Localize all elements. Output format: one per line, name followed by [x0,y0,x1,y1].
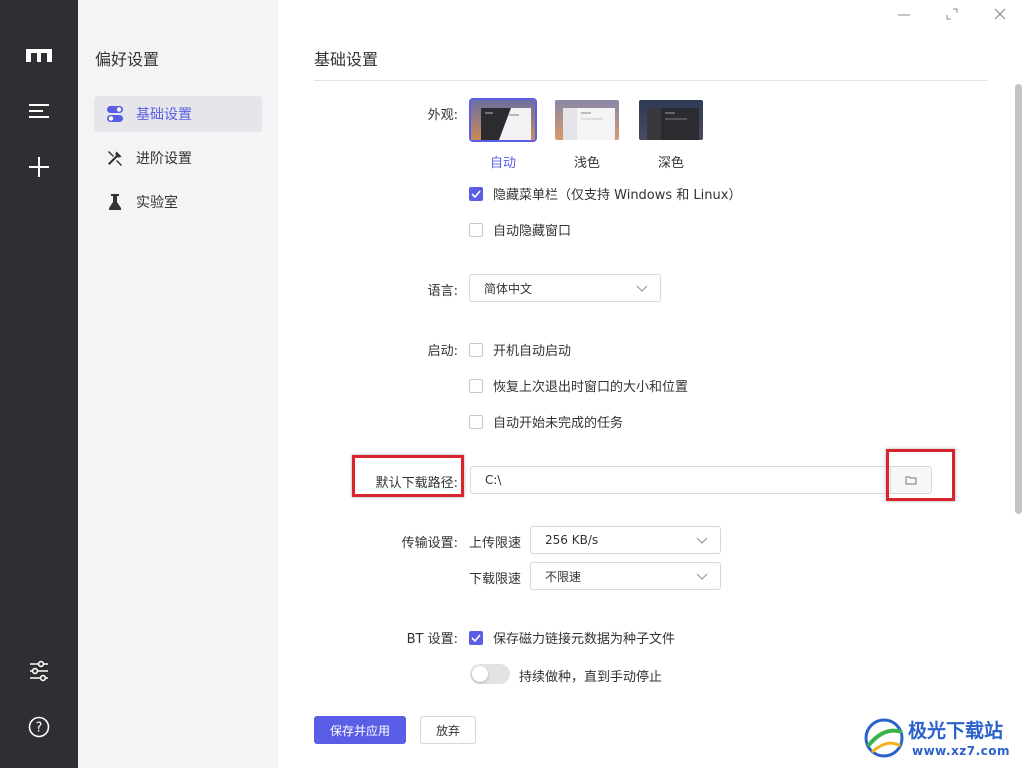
option-label: 保存磁力链接元数据为种子文件 [493,632,676,647]
download-limit-label: 下载限速 [469,572,522,587]
logo-icon[interactable] [24,40,54,70]
checkbox-checked[interactable] [469,186,483,201]
sidebar-item-label: 实验室 [136,195,178,211]
sliders-icon[interactable] [24,656,54,686]
title-divider [314,80,988,81]
hide-menubar-option[interactable]: 隐藏菜单栏（仅支持 Windows 和 Linux） [469,184,741,203]
close-button[interactable] [989,4,1011,24]
sidebar-title: 偏好设置 [95,50,160,69]
discard-button[interactable]: 放弃 [420,716,476,744]
option-label: 恢复上次退出时窗口的大小和位置 [493,380,689,395]
download-limit-select[interactable]: 不限速 [530,562,721,590]
resume-tasks-option[interactable]: 自动开始未完成的任务 [469,412,623,431]
list-icon[interactable] [24,96,54,126]
language-label: 语言: [427,284,458,299]
toggle-knob [472,666,488,682]
sidebar-item-lab[interactable]: 实验室 [94,184,262,220]
upload-limit-label: 上传限速 [469,536,522,551]
download-path-input[interactable]: C:\ [470,466,890,494]
download-path-value: C:\ [485,473,502,487]
download-limit-value: 不限速 [545,569,582,584]
watermark-url: www.xz7.com [912,744,1011,758]
theme-auto-label[interactable]: 自动 [469,152,537,171]
checkbox[interactable] [469,414,483,429]
theme-auto-card[interactable] [469,98,537,142]
bt-label: BT 设置: [406,632,458,647]
restore-window-option[interactable]: 恢复上次退出时窗口的大小和位置 [469,376,688,395]
watermark-logo-icon [864,718,904,758]
startup-label: 启动: [427,344,458,359]
option-label: 自动开始未完成的任务 [493,416,624,431]
maximize-button[interactable] [941,4,963,24]
auto-hide-window-option[interactable]: 自动隐藏窗口 [469,220,571,239]
app-rail: ? [0,0,78,768]
theme-dark-label[interactable]: 深色 [637,152,705,171]
page-title: 基础设置 [314,50,379,69]
save-magnet-option[interactable]: 保存磁力链接元数据为种子文件 [469,628,675,647]
help-icon[interactable]: ? [24,712,54,742]
chevron-down-icon [696,573,708,580]
watermark: 极光下载站 www.xz7.com [860,712,1020,764]
seeding-toggle[interactable] [470,664,510,684]
settings-sidebar: 偏好设置 基础设置 进阶设置 实验室 [78,0,278,768]
checkbox[interactable] [469,222,483,237]
upload-limit-select[interactable]: 256 KB/s [530,526,721,554]
option-label: 隐藏菜单栏（仅支持 Windows 和 Linux） [493,188,742,203]
sidebar-item-label: 基础设置 [136,107,192,123]
sidebar-item-label: 进阶设置 [136,151,192,167]
upload-limit-value: 256 KB/s [545,533,599,547]
launch-at-boot-option[interactable]: 开机自动启动 [469,340,571,359]
sidebar-item-basic[interactable]: 基础设置 [94,96,262,132]
save-apply-button[interactable]: 保存并应用 [314,716,406,744]
chevron-down-icon [696,537,708,544]
toggle-icon [106,105,124,123]
scrollbar-thumb[interactable] [1015,84,1022,514]
theme-light-card[interactable] [553,98,621,142]
seeding-label: 持续做种，直到手动停止 [519,670,663,685]
transfer-label: 传输设置: [401,536,458,551]
svg-text:?: ? [36,721,43,736]
checkbox-checked[interactable] [469,630,483,645]
theme-dark-card[interactable] [637,98,705,142]
chevron-down-icon [636,285,648,292]
flask-icon [106,193,124,211]
sidebar-item-advanced[interactable]: 进阶设置 [94,140,262,176]
checkbox[interactable] [469,342,483,357]
language-value: 简体中文 [484,281,533,296]
minimize-button[interactable] [893,4,915,24]
highlight-box-button [886,449,955,501]
language-select[interactable]: 简体中文 [469,274,661,302]
watermark-name: 极光下载站 [908,720,1004,742]
plus-icon[interactable] [24,152,54,182]
checkbox[interactable] [469,378,483,393]
theme-light-label[interactable]: 浅色 [553,152,621,171]
option-label: 自动隐藏窗口 [493,224,572,239]
tools-icon [106,149,124,167]
highlight-box-label [352,455,464,497]
option-label: 开机自动启动 [493,344,572,359]
appearance-label: 外观: [427,108,458,123]
